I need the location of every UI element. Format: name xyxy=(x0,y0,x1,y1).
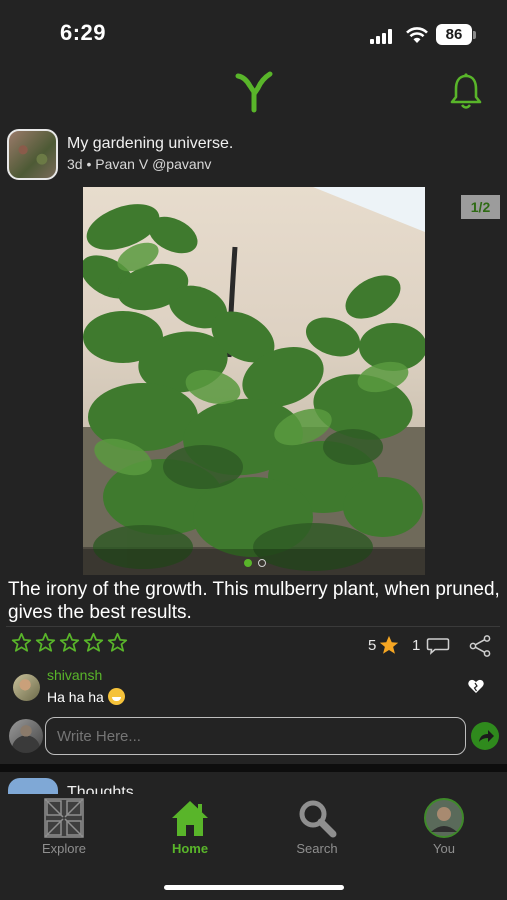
rating-star-icon xyxy=(379,635,399,654)
carousel-dots[interactable] xyxy=(244,559,274,569)
rating-stars xyxy=(11,632,128,656)
commenter-username[interactable]: shivansh xyxy=(47,667,102,683)
next-post-avatar xyxy=(8,778,58,794)
grinning-sweat-emoji-icon xyxy=(107,688,125,705)
rate-star-5-icon[interactable] xyxy=(107,632,128,653)
tab-home[interactable]: Home xyxy=(145,798,235,858)
status-bar: 6:29 86 xyxy=(0,0,507,66)
notification-bell-icon[interactable] xyxy=(448,72,484,112)
comment-input[interactable] xyxy=(45,717,466,755)
cellular-signal-icon xyxy=(370,28,396,44)
tab-explore[interactable]: Explore xyxy=(19,798,109,858)
send-arrow-icon xyxy=(479,730,494,742)
plant-illustration xyxy=(83,187,425,575)
post-image[interactable] xyxy=(83,187,425,575)
rating-count: 5 xyxy=(368,637,377,654)
author-avatar[interactable] xyxy=(7,129,58,180)
tab-home-label: Home xyxy=(171,841,209,856)
home-icon xyxy=(172,801,208,836)
post-header: My gardening universe. 3d • Pavan V @pav… xyxy=(0,128,507,184)
wifi-icon xyxy=(406,27,428,43)
search-icon xyxy=(299,800,337,838)
post-separator xyxy=(0,764,507,772)
rate-star-3-icon[interactable] xyxy=(59,632,80,653)
post-title[interactable]: My gardening universe. xyxy=(67,135,233,153)
like-heart-icon[interactable] xyxy=(467,677,485,695)
rate-star-2-icon[interactable] xyxy=(35,632,56,653)
battery-nub xyxy=(473,31,476,39)
app-logo-icon[interactable] xyxy=(234,70,274,114)
profile-avatar xyxy=(424,798,464,838)
tab-you[interactable]: You xyxy=(399,798,489,858)
post-caption: The irony of the growth. This mulberry p… xyxy=(8,579,500,623)
comment-item: shivansh Ha ha ha xyxy=(0,664,507,710)
next-post-title: Thoughts xyxy=(67,784,134,794)
divider xyxy=(6,626,500,627)
post-meta[interactable]: 3d • Pavan V @pavanv xyxy=(67,156,211,172)
tab-explore-label: Explore xyxy=(41,841,87,856)
comment-icon[interactable] xyxy=(426,637,450,655)
battery-icon: 86 xyxy=(436,24,472,45)
status-time: 6:29 xyxy=(60,20,107,45)
share-icon[interactable] xyxy=(468,634,492,658)
comment-text-line: Ha ha ha xyxy=(47,688,125,705)
my-avatar xyxy=(9,719,43,753)
send-comment-button[interactable] xyxy=(471,722,499,750)
comment-text: Ha ha ha xyxy=(47,689,104,705)
tab-search[interactable]: Search xyxy=(272,798,362,858)
home-indicator xyxy=(164,885,344,890)
next-post-preview[interactable]: Thoughts xyxy=(0,772,507,794)
comment-count: 1 xyxy=(412,637,421,654)
explore-icon xyxy=(44,798,84,838)
carousel-dot[interactable] xyxy=(244,559,252,567)
commenter-avatar[interactable] xyxy=(13,674,40,701)
comment-composer xyxy=(0,716,507,758)
tab-search-label: Search xyxy=(296,841,338,856)
image-page-badge: 1/2 xyxy=(461,195,500,219)
app-header xyxy=(0,66,507,122)
rate-star-4-icon[interactable] xyxy=(83,632,104,653)
tab-you-label: You xyxy=(433,841,455,856)
carousel-dot[interactable] xyxy=(258,559,266,567)
rate-star-1-icon[interactable] xyxy=(11,632,32,653)
